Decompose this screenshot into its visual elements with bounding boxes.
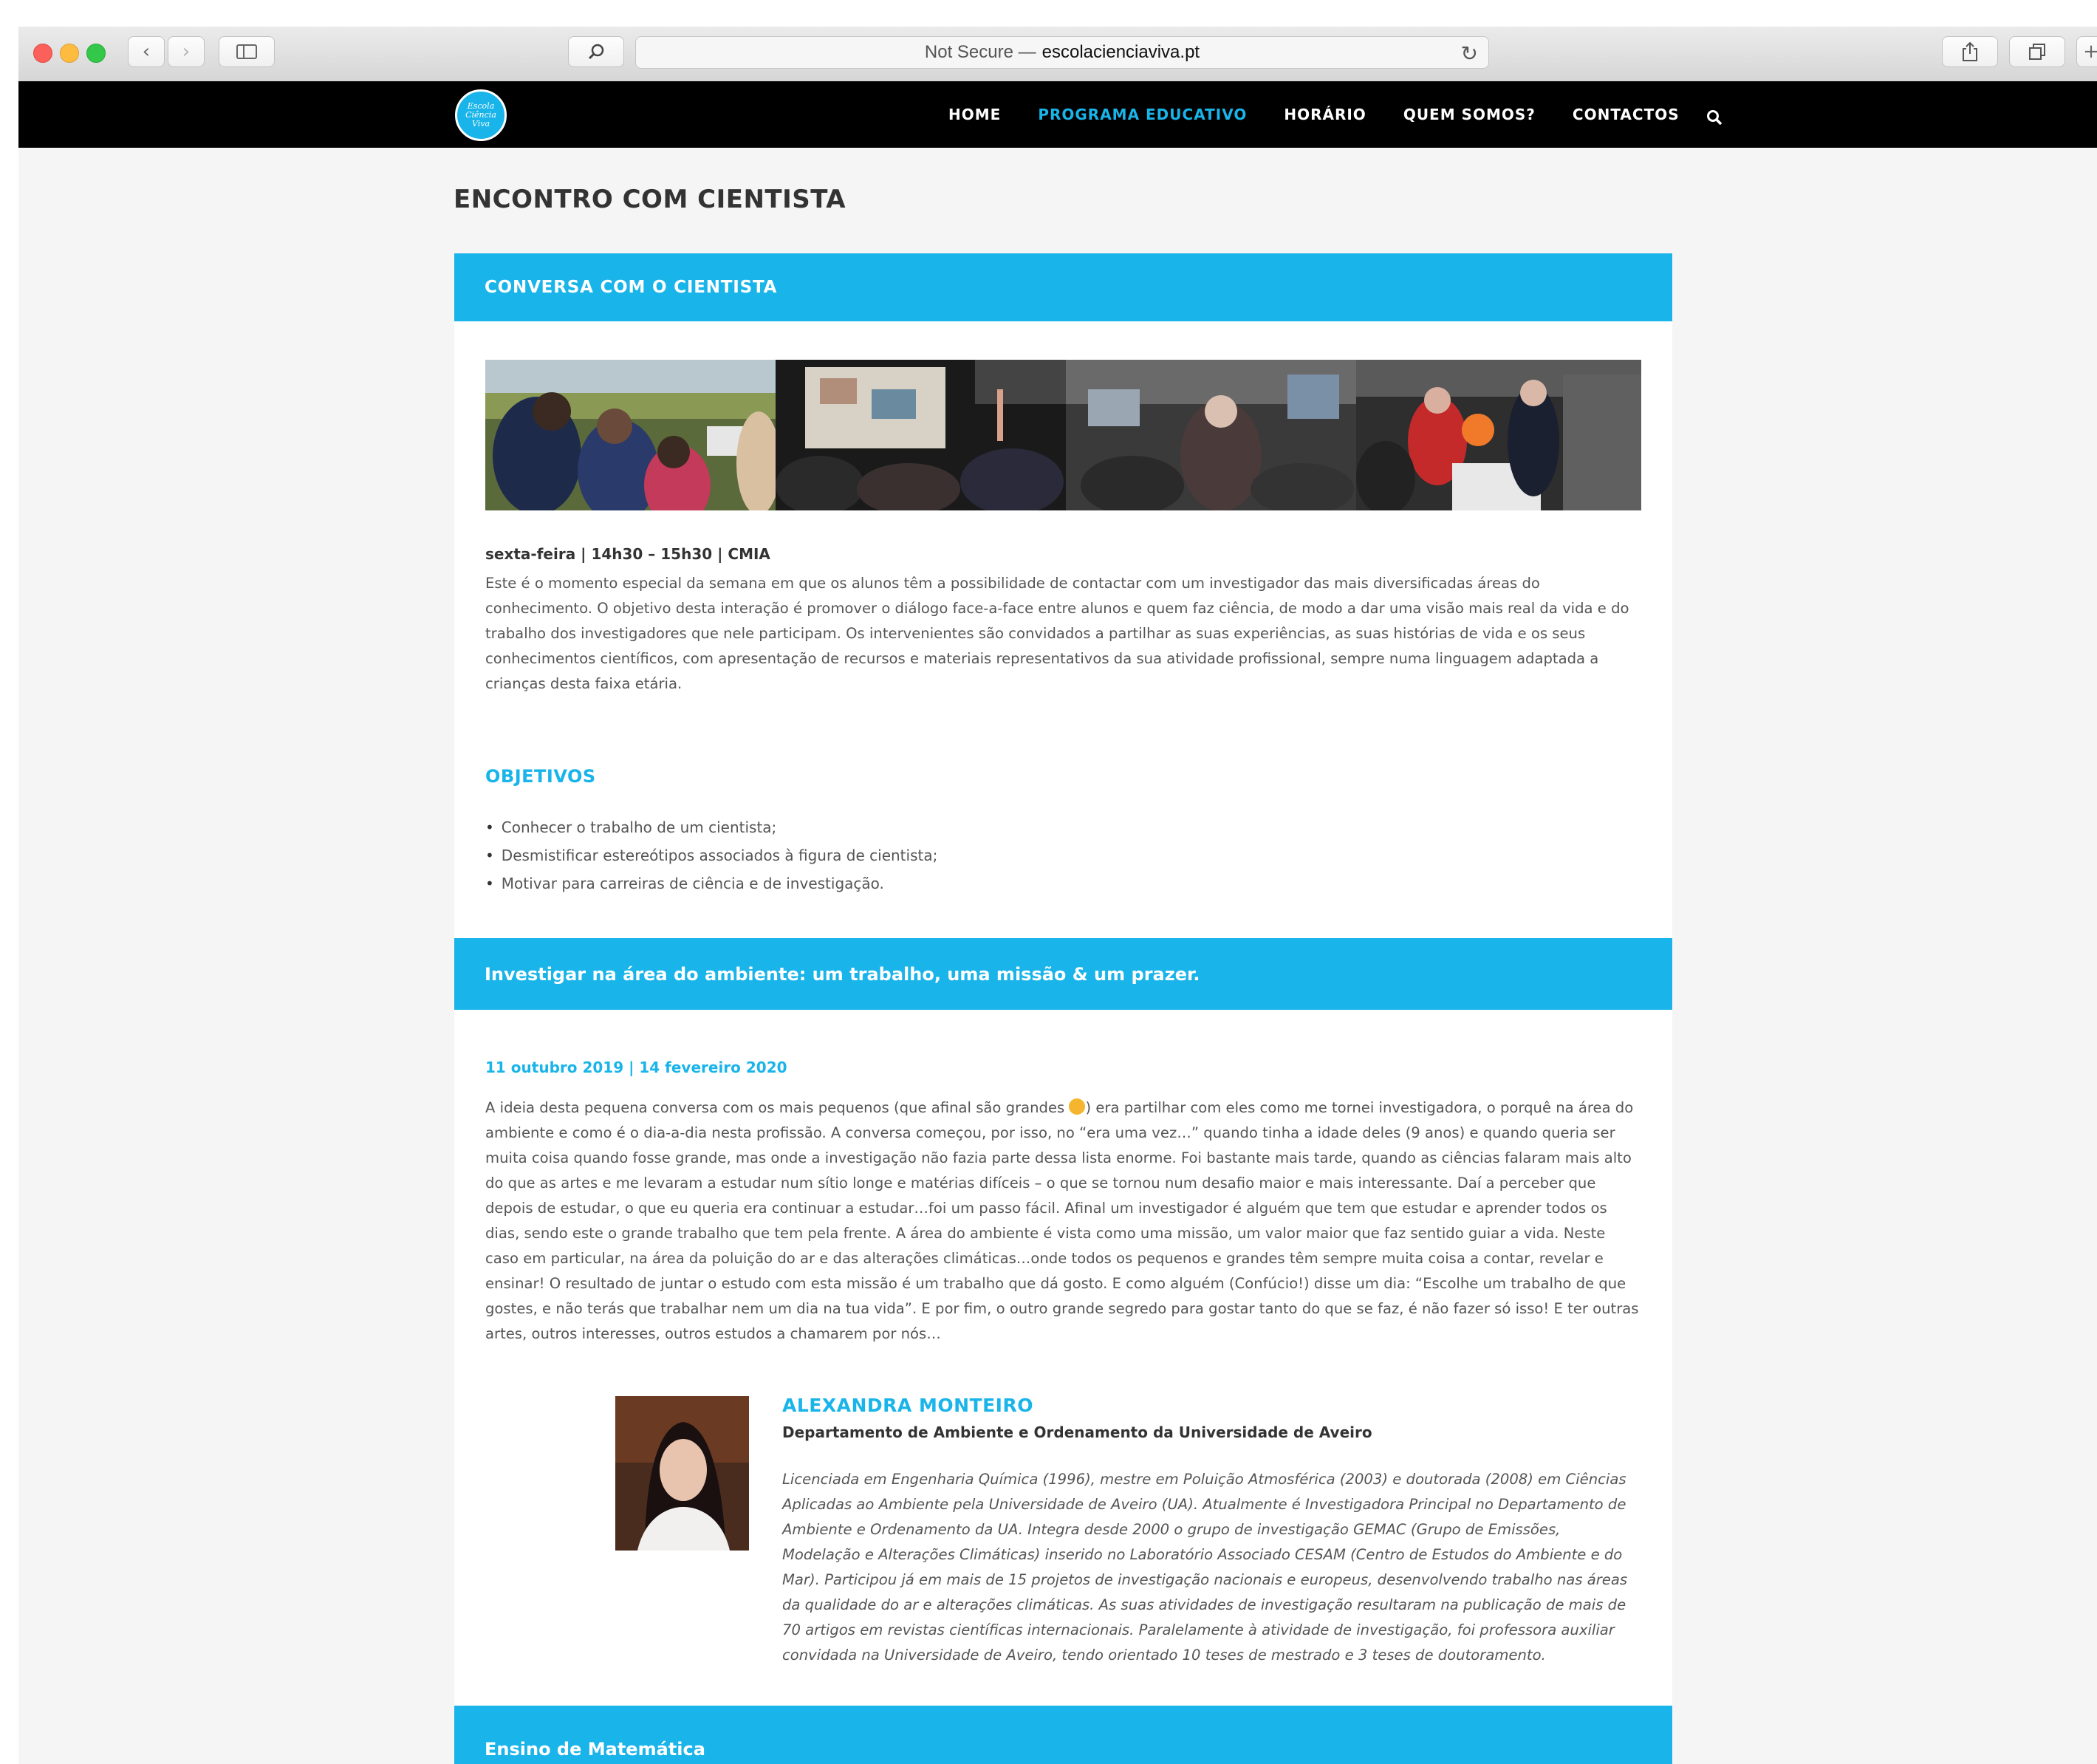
chevron-right-icon: › xyxy=(182,41,191,63)
content-panel: CONVERSA COM O CIENTISTA sexta-feira | 1… xyxy=(454,253,1672,1764)
back-button[interactable]: ‹ xyxy=(128,36,165,67)
section2-text-rest: ) era partilhar com eles como me tornei … xyxy=(485,1099,1639,1342)
scientist-portrait xyxy=(615,1396,749,1551)
browser-toolbar: ‹ › Not Secure — escolacienciaviva.pt ↻ … xyxy=(18,27,2097,82)
search-icon[interactable] xyxy=(1706,109,1723,126)
nav-quem-somos[interactable]: QUEM SOMOS? xyxy=(1403,106,1536,123)
section2-text: A ideia desta pequena conversa com os ma… xyxy=(485,1095,1641,1347)
schedule-info: sexta-feira | 14h30 – 15h30 | CMIA xyxy=(485,545,770,563)
share-button[interactable] xyxy=(1942,36,1998,67)
page-body: ENCONTRO COM CIENTISTA CONVERSA COM O CI… xyxy=(18,148,2097,1764)
objectives-list: Conhecer o trabalho de um cientista; Des… xyxy=(485,813,938,898)
plus-icon: + xyxy=(2083,41,2097,63)
zoom-window-button[interactable] xyxy=(86,44,106,63)
photo-strip xyxy=(485,360,1641,510)
logo-text: Escola Ciência Viva xyxy=(465,101,496,129)
security-status: Not Secure — xyxy=(924,42,1036,62)
minimize-window-button[interactable] xyxy=(60,44,79,63)
scientist-department: Departamento de Ambiente e Ordenamento d… xyxy=(782,1423,1372,1441)
list-item: Motivar para carreiras de ciência e de i… xyxy=(485,869,937,898)
section1-description: Este é o momento especial da semana em q… xyxy=(485,575,1629,692)
session-dates: 11 outubro 2019 | 14 fevereiro 2020 xyxy=(485,1059,787,1076)
photo-scientist-presentation xyxy=(1066,360,1356,510)
tabs-overview-button[interactable] xyxy=(2009,36,2065,67)
section-header-matematica: Ensino de Matemática xyxy=(454,1706,1672,1764)
address-bar[interactable]: Not Secure — escolacienciaviva.pt ↻ xyxy=(635,36,1489,69)
section2-text-start: A ideia desta pequena conversa com os ma… xyxy=(485,1099,1070,1116)
section-header-conversa: CONVERSA COM O CIENTISTA xyxy=(454,253,1672,321)
objectives-title: OBJETIVOS xyxy=(485,766,596,787)
search-button[interactable] xyxy=(568,36,624,67)
list-item: Desmistificar estereótipos associados à … xyxy=(485,841,938,869)
nav-home[interactable]: HOME xyxy=(948,106,1001,123)
smiling-face-icon xyxy=(1069,1098,1086,1115)
scientist-bio: Licenciada em Engenharia Química (1996),… xyxy=(782,1471,1628,1664)
reload-icon[interactable]: ↻ xyxy=(1461,41,1478,66)
scientist-name: ALEXANDRA MONTEIRO xyxy=(782,1395,1033,1416)
photo-classroom-projection xyxy=(776,360,1066,510)
photo-experiment-demo xyxy=(1356,360,1641,510)
sidebar-toggle-button[interactable] xyxy=(219,36,275,67)
tabs-icon xyxy=(2029,44,2045,60)
magnifier-icon xyxy=(588,44,604,60)
address-domain: escolacienciaviva.pt xyxy=(1041,42,1200,62)
site-logo[interactable]: Escola Ciência Viva xyxy=(455,89,507,141)
sidebar-icon xyxy=(236,44,257,59)
forward-button[interactable]: › xyxy=(168,36,205,67)
nav-contactos[interactable]: CONTACTOS xyxy=(1573,106,1680,123)
page-title: ENCONTRO COM CIENTISTA xyxy=(454,185,846,214)
close-window-button[interactable] xyxy=(33,44,52,63)
browser-window: ‹ › Not Secure — escolacienciaviva.pt ↻ … xyxy=(18,27,2097,1764)
nav-programa-educativo[interactable]: PROGRAMA EDUCATIVO xyxy=(1038,106,1247,123)
list-item: Conhecer o trabalho de um cientista; xyxy=(485,813,937,841)
section-header-ambiente: Investigar na área do ambiente: um traba… xyxy=(454,938,1672,1010)
photo-children-outdoors xyxy=(485,360,776,510)
nav-horario[interactable]: HORÁRIO xyxy=(1284,106,1366,123)
share-icon xyxy=(1963,41,1977,61)
main-menu: HOME PROGRAMA EDUCATIVO HORÁRIO QUEM SOM… xyxy=(948,81,1723,148)
site-header: Escola Ciência Viva HOME PROGRAMA EDUCAT… xyxy=(18,81,2097,148)
new-tab-button[interactable]: + xyxy=(2076,36,2097,67)
chevron-left-icon: ‹ xyxy=(142,41,151,63)
